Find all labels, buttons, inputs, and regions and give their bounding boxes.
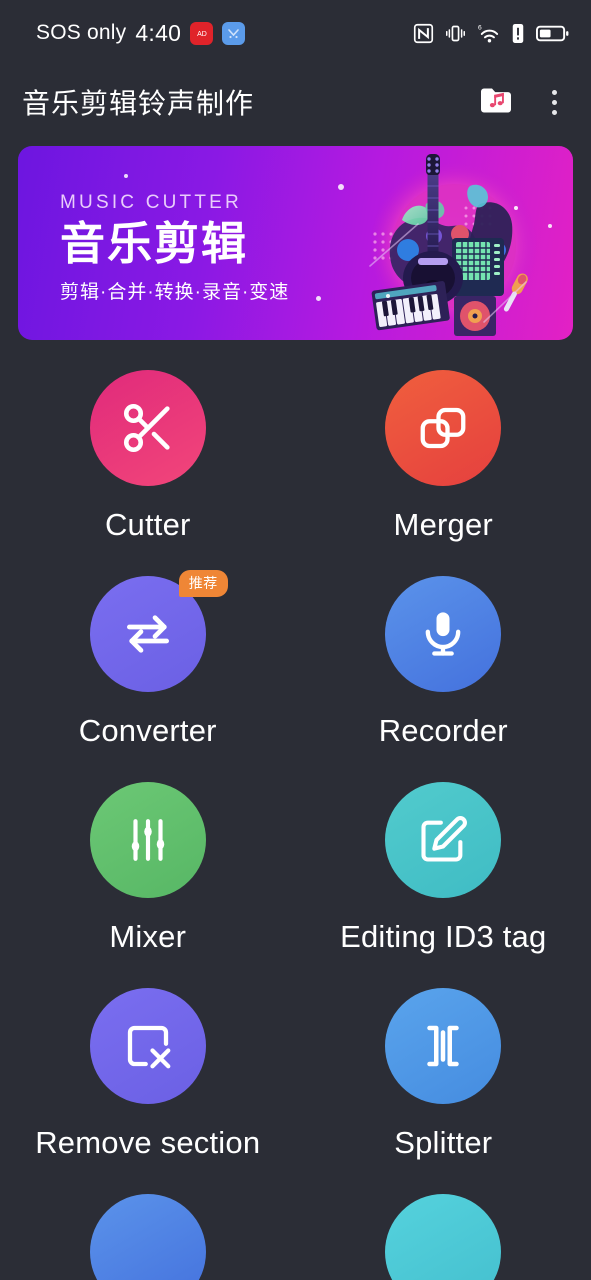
- tile-splitter-icon-wrap: [385, 988, 502, 1104]
- clock-label: 4:40: [135, 19, 182, 46]
- tile-merger-circle: [385, 370, 502, 486]
- tile-remove-section-circle: [89, 988, 206, 1104]
- wifi-6-icon: 6: [477, 23, 500, 44]
- scissors-icon: [119, 399, 177, 457]
- tile-mixer-circle: [89, 782, 206, 898]
- banner-text-block: MUSIC CUTTER 音乐剪辑 剪辑·合并·转换·录音·变速: [60, 192, 289, 304]
- status-bar-left: SOS only 4:40 AD: [36, 19, 246, 47]
- tile-editing-id3-tag-label: Editing ID3 tag: [340, 919, 547, 954]
- tile-splitter-circle: [385, 988, 502, 1104]
- music-folder-icon: [479, 85, 513, 120]
- split-brackets-icon: [416, 1019, 470, 1073]
- tile-mixer-label: Mixer: [109, 919, 187, 954]
- tile-mixer[interactable]: Mixer: [0, 782, 296, 955]
- banner-title: 音乐剪辑: [60, 218, 249, 269]
- star-dot: [124, 174, 128, 178]
- app-bar: 音乐剪辑铃声制作: [0, 66, 591, 138]
- tile-merger-icon-wrap: [385, 370, 502, 486]
- sliders-icon: [123, 815, 173, 865]
- swap-arrows-icon: [120, 606, 176, 662]
- tile-remove-section-icon-wrap: [89, 988, 206, 1104]
- more-vertical-icon: [551, 89, 557, 95]
- tile-converter[interactable]: 推荐 Converter: [0, 570, 296, 749]
- tile-splitter[interactable]: Splitter: [296, 988, 591, 1161]
- tile-cutter[interactable]: Cutter: [0, 370, 296, 543]
- merge-squares-icon: [416, 401, 470, 455]
- tile-remove-section[interactable]: Remove section: [0, 988, 296, 1161]
- promo-banner[interactable]: MUSIC CUTTER 音乐剪辑 剪辑·合并·转换·录音·变速: [18, 146, 573, 340]
- partial-circle-cyan-icon: [385, 1194, 502, 1280]
- edit-square-icon: [417, 814, 469, 866]
- recommended-badge: 推荐: [178, 570, 228, 597]
- tile-editing-id3-tag-icon-wrap: [385, 782, 502, 898]
- tile-cutter-icon-wrap: [89, 370, 206, 486]
- square-x-icon: [121, 1019, 175, 1073]
- tile-cutter-circle: [89, 370, 206, 486]
- feature-grid: Cutter Merger 推荐 Converter Recorder Mixe…: [0, 370, 591, 1280]
- tile-editing-id3-tag-circle: [385, 782, 502, 898]
- tile-remove-section-label: Remove section: [35, 1125, 261, 1160]
- tile-mixer-icon-wrap: [89, 782, 206, 898]
- tile-editing-id3-tag[interactable]: Editing ID3 tag: [296, 782, 591, 955]
- carrier-label: SOS only: [36, 21, 127, 44]
- alert-icon: [511, 23, 525, 44]
- partial-circle-blue-icon: [89, 1194, 206, 1280]
- app-screen: SOS only 4:40 AD 6 音乐剪辑铃声制作 MUSIC CUTTER…: [0, 0, 591, 1280]
- svg-text:AD: AD: [197, 31, 207, 38]
- tile-merger[interactable]: Merger: [296, 370, 591, 543]
- tile-recorder-label: Recorder: [378, 713, 508, 748]
- tile-merger-label: Merger: [393, 507, 493, 542]
- vibrate-icon: [445, 23, 466, 44]
- notification-badge-red-icon: AD: [190, 21, 214, 45]
- music-folder-button[interactable]: [475, 81, 517, 123]
- music-instruments-illustration: [330, 146, 573, 340]
- star-dot: [316, 296, 321, 301]
- nfc-icon: [413, 23, 434, 44]
- tile-converter-label: Converter: [78, 713, 217, 748]
- tile-converter-icon-wrap: 推荐: [89, 570, 228, 692]
- tile-splitter-label: Splitter: [394, 1125, 493, 1160]
- tile-recorder[interactable]: Recorder: [296, 576, 591, 749]
- battery-icon: [536, 24, 569, 43]
- status-bar: SOS only 4:40 AD 6: [0, 0, 591, 66]
- page-title: 音乐剪辑铃声制作: [22, 88, 255, 119]
- wifi-generation-label: 6: [478, 24, 482, 31]
- tile-recorder-circle: [385, 576, 502, 692]
- notification-badge-blue-icon: [222, 21, 246, 45]
- microphone-icon: [417, 608, 469, 660]
- status-bar-right: 6: [413, 23, 569, 44]
- tile-partial-right[interactable]: [296, 1194, 591, 1280]
- banner-subtitle: 剪辑·合并·转换·录音·变速: [60, 282, 290, 304]
- banner-kicker: MUSIC CUTTER: [60, 192, 242, 213]
- more-options-button[interactable]: [537, 80, 571, 124]
- tile-recorder-icon-wrap: [385, 576, 502, 692]
- tile-partial-left[interactable]: [0, 1194, 296, 1280]
- tile-cutter-label: Cutter: [104, 507, 191, 542]
